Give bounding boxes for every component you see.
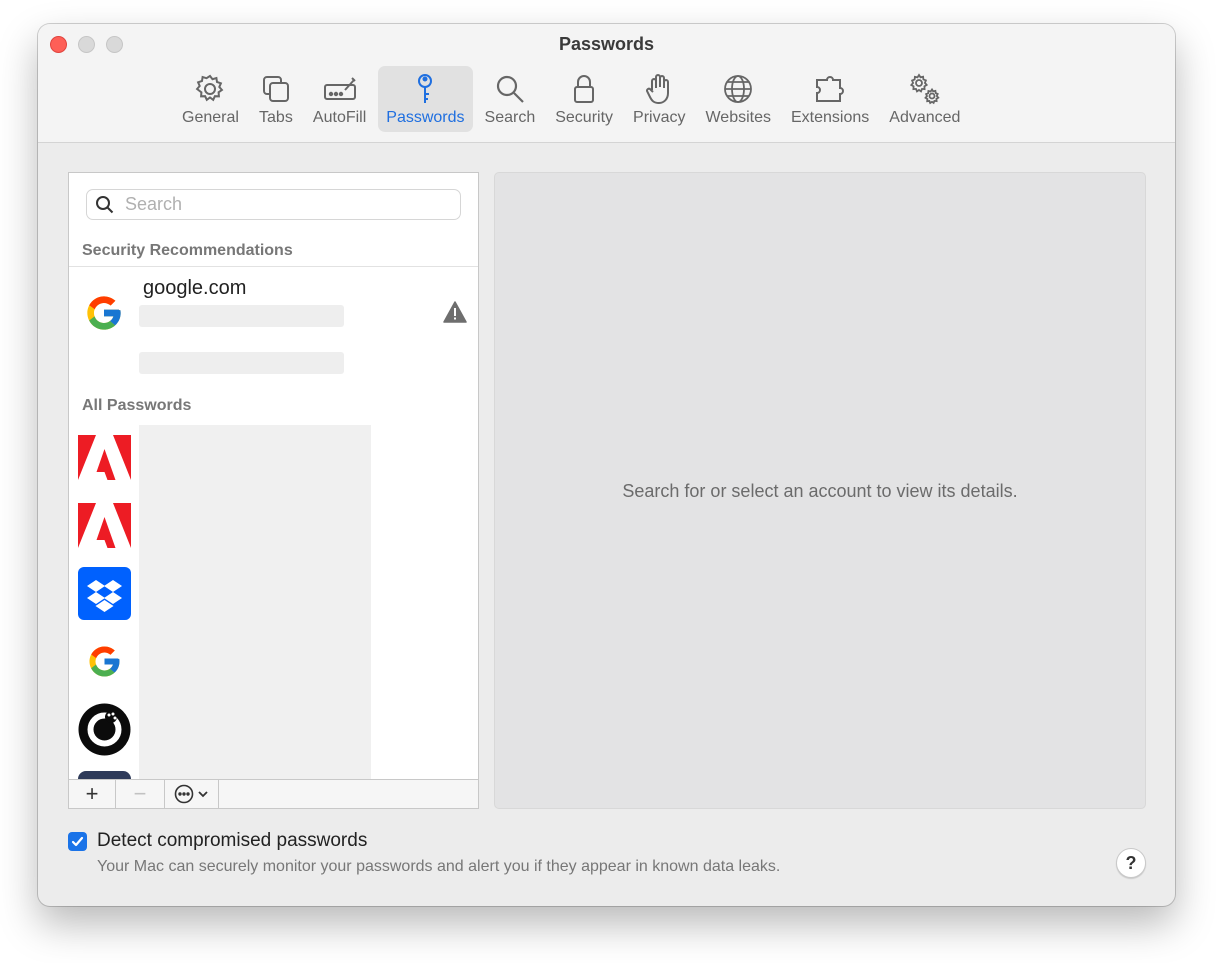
search-field[interactable] xyxy=(86,189,461,220)
macpaw-logo-icon xyxy=(78,703,131,756)
list-item[interactable] xyxy=(69,425,478,493)
tab-websites-label: Websites xyxy=(705,109,771,126)
list-footer-toolbar: + − xyxy=(69,779,478,808)
redacted-entry xyxy=(139,629,371,697)
redacted-entry xyxy=(139,697,371,765)
empty-state-message: Search for or select an account to view … xyxy=(622,481,1018,501)
adobe-logo-icon xyxy=(78,431,131,484)
checkmark-icon xyxy=(71,836,84,847)
tab-general-label: General xyxy=(182,109,239,126)
remove-password-button[interactable]: − xyxy=(116,780,165,808)
hand-icon xyxy=(646,74,670,105)
more-options-button[interactable] xyxy=(165,780,219,808)
help-button[interactable]: ? xyxy=(1116,848,1146,878)
google-logo-icon xyxy=(87,296,121,330)
tab-security[interactable]: Security xyxy=(547,66,621,132)
tab-extensions[interactable]: Extensions xyxy=(783,66,877,132)
redacted-status xyxy=(139,352,344,374)
ellipsis-circle-icon xyxy=(174,784,194,804)
tab-tabs-label: Tabs xyxy=(259,109,293,126)
lock-icon xyxy=(574,75,595,103)
tab-general[interactable]: General xyxy=(174,66,247,132)
security-recommendation-row[interactable]: google.com xyxy=(69,269,478,374)
tab-autofill[interactable]: AutoFill xyxy=(305,66,374,132)
security-recommendations-heading: Security Recommendations xyxy=(82,242,293,259)
search-icon xyxy=(496,75,524,103)
tab-search[interactable]: Search xyxy=(477,66,544,132)
tab-websites[interactable]: Websites xyxy=(697,66,779,132)
tab-advanced[interactable]: Advanced xyxy=(881,66,968,132)
list-item[interactable] xyxy=(69,629,478,697)
window-title: Passwords xyxy=(558,34,655,54)
globe-icon xyxy=(724,75,753,103)
dropbox-logo-icon xyxy=(78,567,131,620)
tab-autofill-label: AutoFill xyxy=(312,109,367,126)
tab-advanced-label: Advanced xyxy=(889,109,961,126)
tab-tabs[interactable]: Tabs xyxy=(251,66,301,132)
detect-compromised-description: Your Mac can securely monitor your passw… xyxy=(97,858,781,875)
list-item[interactable] xyxy=(69,697,478,765)
preferences-window: Passwords General Tabs AutoFill Password… xyxy=(38,24,1175,906)
preferences-toolbar: General Tabs AutoFill Passwords Search S… xyxy=(174,66,968,132)
tab-privacy[interactable]: Privacy xyxy=(625,66,693,132)
list-item[interactable] xyxy=(69,561,478,629)
puzzle-icon xyxy=(816,76,845,102)
chevron-down-icon xyxy=(198,791,208,798)
gears-icon xyxy=(909,73,940,105)
redacted-entry xyxy=(139,561,371,629)
account-detail-panel: Search for or select an account to view … xyxy=(494,172,1146,809)
adobe-logo-icon xyxy=(78,499,131,552)
all-passwords-list[interactable] xyxy=(69,425,478,781)
all-passwords-heading: All Passwords xyxy=(82,397,192,414)
title-bar: Passwords General Tabs AutoFill Password… xyxy=(38,24,1175,143)
passwords-list-panel: Security Recommendations google.com xyxy=(68,172,479,809)
tab-search-label: Search xyxy=(484,109,536,126)
search-icon xyxy=(96,195,114,213)
detect-compromised-checkbox[interactable] xyxy=(68,832,87,851)
redacted-username xyxy=(139,305,344,327)
autofill-icon xyxy=(323,77,356,100)
gear-icon xyxy=(196,74,224,102)
tab-passwords[interactable]: Passwords xyxy=(378,66,473,132)
redacted-entry xyxy=(139,425,371,493)
tab-extensions-label: Extensions xyxy=(791,109,870,126)
list-item[interactable] xyxy=(69,493,478,561)
search-input[interactable] xyxy=(125,194,445,215)
tab-security-label: Security xyxy=(555,109,614,126)
key-icon xyxy=(418,74,433,103)
add-password-button[interactable]: + xyxy=(69,780,116,808)
google-logo-icon xyxy=(78,635,131,688)
recommendation-site: google.com xyxy=(143,277,247,299)
redacted-entry xyxy=(139,493,371,561)
tab-passwords-label: Passwords xyxy=(386,109,465,126)
warning-icon xyxy=(443,301,467,323)
tab-privacy-label: Privacy xyxy=(633,109,686,126)
tabs-icon xyxy=(262,76,289,102)
detect-compromised-label[interactable]: Detect compromised passwords xyxy=(97,830,367,852)
divider xyxy=(69,266,478,267)
